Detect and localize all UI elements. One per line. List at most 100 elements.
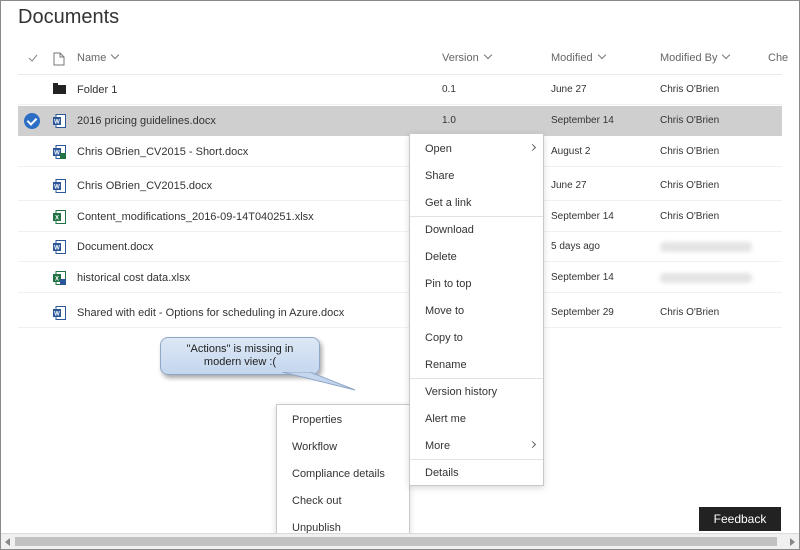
file-modified: August 2: [551, 146, 591, 157]
selected-check-icon[interactable]: [24, 113, 40, 129]
word-doc-edit-icon: W: [53, 145, 66, 159]
scroll-left-arrow-icon[interactable]: [5, 538, 10, 546]
file-version: 0.1: [442, 84, 456, 95]
menu-item-copy-to[interactable]: Copy to: [425, 332, 463, 344]
file-name[interactable]: historical cost data.xlsx: [77, 272, 190, 284]
menu-item-open[interactable]: Open: [425, 143, 452, 155]
file-name[interactable]: Folder 1: [77, 84, 117, 96]
select-all-check[interactable]: [27, 52, 39, 70]
table-row[interactable]: Folder 1 0.1 June 27 Chris O'Brien: [18, 75, 782, 105]
menu-separator: [410, 378, 543, 379]
svg-text:W: W: [54, 246, 60, 252]
file-type-header-icon[interactable]: [53, 52, 65, 70]
scrollbar-thumb[interactable]: [15, 537, 777, 546]
file-name[interactable]: 2016 pricing guidelines.docx: [77, 115, 216, 127]
svg-text:X: X: [55, 277, 59, 283]
menu-item-rename[interactable]: Rename: [425, 359, 467, 371]
column-header-modified[interactable]: Modified: [551, 50, 606, 70]
file-name[interactable]: Document.docx: [77, 241, 153, 253]
menu-separator: [410, 459, 543, 460]
file-name[interactable]: Shared with edit - Options for schedulin…: [77, 307, 344, 319]
svg-text:W: W: [54, 151, 60, 157]
file-modified-by: Chris O'Brien: [660, 307, 720, 318]
svg-text:W: W: [54, 312, 60, 318]
column-header-version-label: Version: [442, 52, 479, 64]
menu-item-workflow[interactable]: Workflow: [292, 441, 337, 453]
menu-item-check-out[interactable]: Check out: [292, 495, 342, 507]
page-title: Documents: [18, 6, 120, 28]
svg-text:X: X: [55, 216, 59, 222]
menu-item-pin-to-top[interactable]: Pin to top: [425, 278, 471, 290]
table-row-selected[interactable]: W 2016 pricing guidelines.docx 1.0 Septe…: [18, 106, 782, 136]
menu-item-move-to[interactable]: Move to: [425, 305, 464, 317]
redacted-modified-by: [660, 273, 752, 283]
callout-line-1: "Actions" is missing in: [186, 343, 294, 355]
column-header-name[interactable]: Name: [77, 50, 120, 70]
horizontal-scrollbar[interactable]: [1, 533, 799, 549]
table-row[interactable]: X historical cost data.xlsx September 14: [18, 263, 782, 293]
file-modified: 5 days ago: [551, 241, 600, 252]
feedback-button[interactable]: Feedback: [699, 507, 781, 531]
excel-doc-edit-icon: X: [53, 271, 66, 285]
excel-doc-icon: X: [53, 210, 66, 224]
svg-text:W: W: [54, 120, 60, 126]
file-version: 1.0: [442, 115, 456, 126]
file-modified: June 27: [551, 180, 587, 191]
table-row[interactable]: W Chris OBrien_CV2015.docx June 27 Chris…: [18, 171, 782, 201]
column-header-modified-by[interactable]: Modified By: [660, 50, 731, 70]
chevron-right-icon: [528, 440, 537, 449]
column-header-name-label: Name: [77, 52, 107, 64]
column-header-checked-out[interactable]: Che: [768, 52, 788, 70]
table-row[interactable]: X Content_modifications_2016-09-14T04025…: [18, 202, 782, 232]
menu-item-version-history[interactable]: Version history: [425, 386, 497, 398]
word-doc-icon: W: [53, 179, 66, 193]
file-modified-by: Chris O'Brien: [660, 211, 720, 222]
column-header-modified-by-label: Modified By: [660, 52, 718, 64]
menu-item-delete[interactable]: Delete: [425, 251, 457, 263]
file-name[interactable]: Chris OBrien_CV2015 - Short.docx: [77, 146, 248, 158]
chevron-down-icon: [722, 50, 731, 60]
file-modified: September 14: [551, 211, 614, 222]
callout-pointer: [281, 372, 356, 391]
menu-item-get-a-link[interactable]: Get a link: [425, 197, 471, 209]
word-doc-icon: W: [53, 306, 66, 320]
menu-item-share[interactable]: Share: [425, 170, 454, 182]
file-name[interactable]: Content_modifications_2016-09-14T040251.…: [77, 211, 314, 223]
file-modified: September 29: [551, 307, 614, 318]
chevron-down-icon: [111, 50, 120, 60]
document-icon: [53, 52, 65, 66]
file-modified-by: Chris O'Brien: [660, 180, 720, 191]
file-modified: September 14: [551, 115, 614, 126]
annotation-callout: "Actions" is missing in modern view :(: [160, 337, 320, 375]
svg-text:W: W: [54, 185, 60, 191]
redacted-modified-by: [660, 242, 752, 252]
word-doc-icon: W: [53, 114, 66, 128]
chevron-down-icon: [483, 50, 492, 60]
file-modified-by: Chris O'Brien: [660, 146, 720, 157]
chevron-down-icon: [597, 50, 606, 60]
menu-item-compliance-details[interactable]: Compliance details: [292, 468, 385, 480]
menu-item-alert-me[interactable]: Alert me: [425, 413, 466, 425]
scroll-right-arrow-icon[interactable]: [790, 538, 795, 546]
callout-line-2: modern view :(: [203, 356, 277, 368]
column-header-version[interactable]: Version: [442, 50, 492, 70]
table-row[interactable]: W Document.docx 5 days ago: [18, 232, 782, 262]
chevron-right-icon: [528, 143, 537, 152]
context-menu: Open Share Get a link Download Delete Pi…: [409, 133, 544, 486]
word-doc-icon: W: [53, 240, 66, 254]
column-header-checked-out-label: Che: [768, 52, 789, 64]
menu-item-more[interactable]: More: [425, 440, 450, 452]
menu-item-properties[interactable]: Properties: [292, 414, 342, 426]
menu-separator: [410, 216, 543, 217]
check-icon: [28, 54, 38, 62]
table-row[interactable]: W Shared with edit - Options for schedul…: [18, 298, 782, 328]
menu-item-download[interactable]: Download: [425, 224, 474, 236]
menu-item-details[interactable]: Details: [425, 467, 459, 479]
more-submenu: Properties Workflow Compliance details C…: [276, 404, 410, 539]
table-row[interactable]: W Chris OBrien_CV2015 - Short.docx Augus…: [18, 137, 782, 167]
file-modified: September 14: [551, 272, 614, 283]
file-modified-by: Chris O'Brien: [660, 84, 720, 95]
file-modified: June 27: [551, 84, 587, 95]
file-name[interactable]: Chris OBrien_CV2015.docx: [77, 180, 212, 192]
file-modified-by: Chris O'Brien: [660, 115, 720, 126]
